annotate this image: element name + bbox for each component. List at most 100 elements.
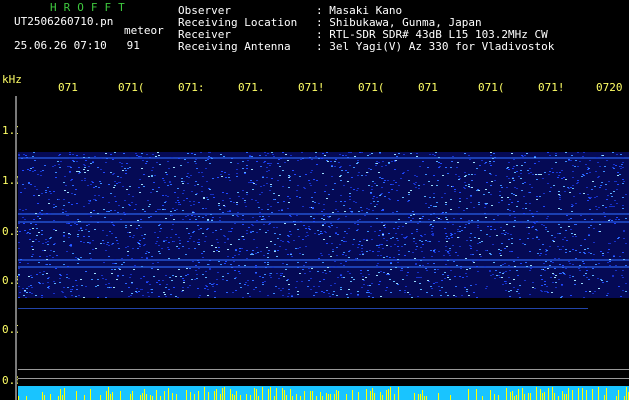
noise-pixel — [500, 265, 502, 266]
noise-pixel — [255, 265, 257, 266]
noise-pixel — [209, 269, 211, 270]
noise-pixel — [106, 158, 108, 159]
level-mark — [572, 390, 573, 400]
noise-pixel — [237, 192, 239, 193]
noise-pixel — [163, 292, 165, 293]
noise-pixel — [561, 170, 563, 171]
noise-pixel — [360, 270, 362, 271]
noise-pixel — [511, 243, 513, 244]
noise-pixel — [454, 191, 456, 192]
noise-pixel — [611, 220, 613, 221]
noise-pixel — [203, 251, 205, 252]
noise-pixel — [273, 227, 275, 228]
noise-pixel — [322, 153, 324, 154]
noise-pixel — [584, 219, 586, 220]
noise-pixel — [267, 230, 269, 231]
noise-pixel — [302, 239, 304, 240]
noise-pixel — [295, 287, 297, 288]
noise-pixel — [172, 208, 174, 209]
noise-pixel — [396, 211, 398, 212]
noise-pixel — [251, 169, 253, 170]
noise-pixel — [203, 198, 205, 199]
noise-pixel — [432, 233, 434, 234]
noise-pixel — [388, 163, 390, 164]
noise-pixel — [520, 222, 522, 223]
noise-pixel — [127, 246, 129, 247]
noise-pixel — [205, 271, 207, 272]
noise-pixel — [268, 170, 270, 171]
noise-pixel — [259, 291, 261, 292]
noise-pixel — [119, 162, 121, 163]
noise-pixel — [325, 232, 327, 233]
noise-pixel — [264, 281, 266, 282]
noise-pixel — [419, 240, 421, 241]
noise-pixel — [407, 292, 409, 293]
noise-pixel — [563, 273, 565, 274]
noise-pixel — [454, 233, 456, 234]
noise-pixel — [623, 231, 625, 232]
noise-pixel — [271, 178, 273, 179]
noise-pixel — [21, 158, 23, 159]
level-mark — [468, 389, 469, 400]
noise-pixel — [219, 209, 221, 210]
noise-pixel — [282, 241, 284, 242]
noise-pixel — [191, 215, 193, 216]
noise-pixel — [98, 195, 100, 196]
noise-pixel — [18, 274, 20, 275]
noise-pixel — [20, 259, 22, 260]
level-mark — [254, 388, 255, 400]
noise-pixel — [224, 172, 226, 173]
noise-pixel — [516, 291, 518, 292]
noise-pixel — [297, 262, 299, 263]
noise-pixel — [612, 222, 614, 223]
noise-pixel — [503, 272, 505, 273]
noise-pixel — [220, 154, 222, 155]
noise-pixel — [478, 202, 480, 203]
noise-pixel — [125, 283, 127, 284]
noise-pixel — [132, 248, 134, 249]
noise-pixel — [618, 286, 620, 287]
noise-pixel — [256, 221, 258, 222]
noise-pixel — [299, 197, 301, 198]
noise-pixel — [23, 223, 25, 224]
noise-pixel — [202, 217, 204, 218]
level-mark — [568, 388, 569, 400]
noise-pixel — [602, 155, 604, 156]
level-mark — [146, 394, 147, 400]
noise-pixel — [291, 296, 293, 297]
level-mark — [388, 389, 389, 400]
noise-pixel — [72, 185, 74, 186]
level-mark — [482, 396, 483, 400]
noise-pixel — [32, 241, 34, 242]
noise-pixel — [325, 273, 327, 274]
noise-pixel — [367, 270, 369, 271]
noise-pixel — [356, 230, 358, 231]
noise-pixel — [230, 244, 232, 245]
level-mark — [132, 391, 133, 400]
noise-pixel — [19, 209, 21, 210]
noise-pixel — [448, 253, 450, 254]
noise-pixel — [541, 291, 543, 292]
noise-pixel — [222, 192, 224, 193]
noise-pixel — [84, 167, 86, 168]
noise-pixel — [255, 273, 257, 274]
noise-pixel — [379, 195, 381, 196]
noise-pixel — [251, 156, 253, 157]
noise-pixel — [593, 228, 595, 229]
noise-pixel — [62, 292, 64, 293]
noise-pixel — [553, 185, 555, 186]
noise-pixel — [561, 178, 563, 179]
noise-pixel — [263, 218, 265, 219]
noise-pixel — [278, 288, 280, 289]
noise-pixel — [92, 182, 94, 183]
noise-pixel — [212, 232, 214, 233]
level-mark — [514, 396, 515, 400]
noise-pixel — [429, 197, 431, 198]
noise-pixel — [515, 195, 517, 196]
noise-pixel — [557, 233, 559, 234]
noise-pixel — [513, 226, 515, 227]
noise-pixel — [435, 152, 437, 153]
noise-pixel — [560, 209, 562, 210]
noise-pixel — [583, 193, 585, 194]
noise-pixel — [89, 242, 91, 243]
